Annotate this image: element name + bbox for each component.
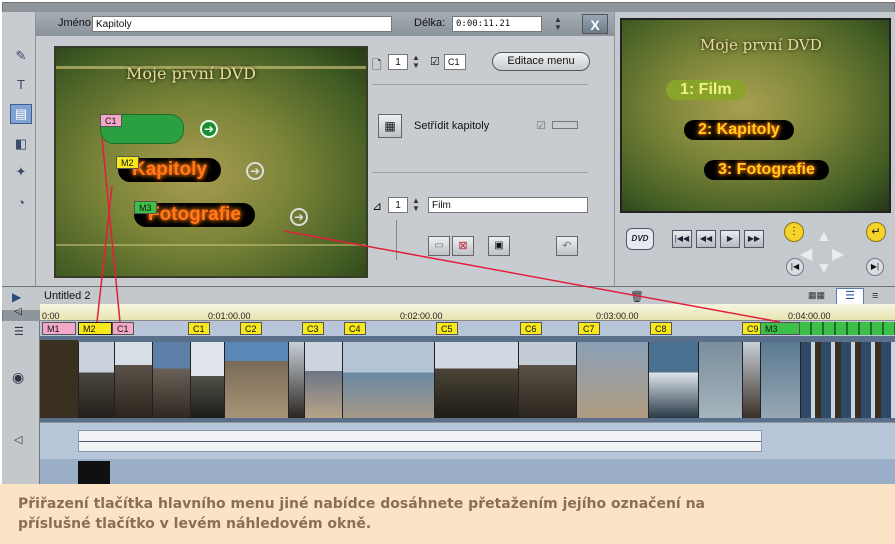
caption-line-2: příslušné tlačítko v levém náhledovém ok… [18,516,372,532]
caption-line-1: Přiřazení tlačítka hlavního menu jiné na… [18,496,705,512]
drag-link-lines [96,137,781,323]
caption-box: Přiřazení tlačítka hlavního menu jiné na… [0,484,895,544]
